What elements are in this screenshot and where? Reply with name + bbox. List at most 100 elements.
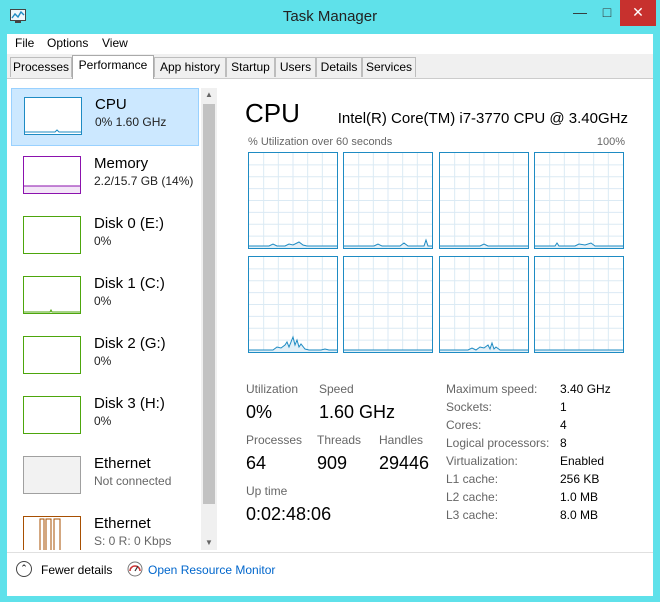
scrollbar-thumb[interactable] bbox=[203, 104, 215, 504]
chevron-up-icon: ⌃ bbox=[16, 561, 32, 577]
cpu-thumbnail-graph bbox=[24, 97, 82, 135]
disk-thumbnail-graph bbox=[23, 396, 81, 434]
spec-label: L3 cache: bbox=[446, 508, 499, 522]
tab-details[interactable]: Details bbox=[316, 57, 362, 77]
resource-list: CPU 0% 1.60 GHz Memory 2.2/15.7 GB (14%)… bbox=[9, 88, 199, 550]
ethernet-thumbnail-graph bbox=[23, 516, 81, 550]
spec-value: Enabled bbox=[560, 454, 605, 468]
window-title: Task Manager bbox=[282, 8, 378, 25]
menu-bar: File Options View bbox=[7, 34, 653, 54]
logical-processor-graph bbox=[534, 152, 624, 249]
disk-thumbnail-graph bbox=[23, 276, 81, 314]
resource-ethernet[interactable]: Ethernet S: 0 R: 0 Kbps bbox=[11, 508, 199, 550]
tab-processes[interactable]: Processes bbox=[10, 57, 72, 77]
scroll-up-arrow-icon[interactable]: ▲ bbox=[201, 88, 217, 102]
resource-name: Memory bbox=[94, 155, 149, 172]
spec-value: 1.0 MB bbox=[560, 490, 599, 504]
cpu-model: Intel(R) Core(TM) i7-3770 CPU @ 3.40GHz bbox=[337, 110, 628, 127]
speed-label: Speed bbox=[319, 382, 354, 396]
resource-subtitle: 0% bbox=[94, 294, 112, 308]
handles-label: Handles bbox=[379, 433, 424, 447]
menu-view[interactable]: View bbox=[102, 36, 128, 50]
resource-subtitle: 0% bbox=[94, 354, 112, 368]
menu-file[interactable]: File bbox=[15, 36, 34, 50]
spec-value: 3.40 GHz bbox=[560, 382, 611, 396]
close-button[interactable]: ✕ bbox=[620, 0, 656, 26]
spec-value: 256 KB bbox=[560, 472, 600, 486]
resource-memory[interactable]: Memory 2.2/15.7 GB (14%) bbox=[11, 148, 199, 206]
open-resource-monitor-link[interactable]: Open Resource Monitor bbox=[148, 563, 275, 577]
footer-bar: ⌃ Fewer details Open Resource Monitor bbox=[7, 552, 653, 596]
resource-name: Disk 1 (C:) bbox=[94, 275, 165, 292]
utilization-label: Utilization bbox=[246, 382, 299, 396]
task-manager-window: Task Manager — □ ✕ File Options View Pro… bbox=[0, 0, 660, 602]
uptime-value: 0:02:48:06 bbox=[246, 504, 332, 524]
processes-label: Processes bbox=[246, 433, 303, 447]
minimize-button[interactable]: — bbox=[566, 0, 594, 26]
client-area: File Options View Processes Performance … bbox=[7, 34, 653, 596]
threads-value: 909 bbox=[317, 453, 348, 473]
speed-value: 1.60 GHz bbox=[319, 402, 396, 422]
memory-thumbnail-graph bbox=[23, 156, 81, 194]
scroll-down-arrow-icon[interactable]: ▼ bbox=[201, 536, 217, 550]
menu-options[interactable]: Options bbox=[47, 36, 88, 50]
spec-label: Sockets: bbox=[446, 400, 493, 414]
resource-subtitle: 0% 1.60 GHz bbox=[95, 115, 167, 129]
title-bar[interactable]: Task Manager — □ ✕ bbox=[0, 0, 660, 34]
uptime-label: Up time bbox=[246, 484, 288, 498]
graph-caption: % Utilization over 60 seconds bbox=[248, 136, 393, 148]
resource-disk-0[interactable]: Disk 0 (E:) 0% bbox=[11, 208, 199, 266]
disk-thumbnail-graph bbox=[23, 336, 81, 374]
spec-value: 1 bbox=[560, 400, 567, 414]
spec-value: 8.0 MB bbox=[560, 508, 599, 522]
resource-disk-2[interactable]: Disk 2 (G:) 0% bbox=[11, 328, 199, 386]
tab-startup[interactable]: Startup bbox=[226, 57, 275, 77]
cpu-heading: CPU bbox=[245, 98, 300, 128]
tab-performance[interactable]: Performance bbox=[72, 55, 154, 79]
resource-subtitle: 2.2/15.7 GB (14%) bbox=[94, 174, 194, 188]
tab-services[interactable]: Services bbox=[362, 57, 416, 77]
resource-name: CPU bbox=[95, 96, 127, 113]
tab-strip: Processes Performance App history Startu… bbox=[7, 54, 653, 79]
resource-subtitle: 0% bbox=[94, 414, 112, 428]
tab-users[interactable]: Users bbox=[275, 57, 316, 77]
resource-ethernet-disconnected[interactable]: Ethernet Not connected bbox=[11, 448, 199, 506]
threads-label: Threads bbox=[317, 433, 362, 447]
resource-subtitle: S: 0 R: 0 Kbps bbox=[94, 534, 172, 548]
resource-name: Disk 0 (E:) bbox=[94, 215, 165, 232]
resource-subtitle: Not connected bbox=[94, 474, 172, 488]
handles-value: 29446 bbox=[379, 453, 430, 473]
spec-label: L1 cache: bbox=[446, 472, 499, 486]
resource-disk-1[interactable]: Disk 1 (C:) 0% bbox=[11, 268, 199, 326]
logical-processor-graph bbox=[439, 256, 529, 353]
resource-subtitle: 0% bbox=[94, 234, 112, 248]
ethernet-thumbnail-graph bbox=[23, 456, 81, 494]
spec-label: L2 cache: bbox=[446, 490, 499, 504]
spec-label: Logical processors: bbox=[446, 436, 550, 450]
processes-value: 64 bbox=[246, 453, 267, 473]
resource-monitor-icon bbox=[127, 561, 143, 577]
graph-max-label: 100% bbox=[596, 136, 625, 148]
logical-processor-graph bbox=[534, 256, 624, 353]
resource-name: Disk 2 (G:) bbox=[94, 335, 166, 352]
tab-app-history[interactable]: App history bbox=[154, 57, 226, 77]
logical-processor-graph bbox=[343, 152, 433, 249]
spec-label: Maximum speed: bbox=[446, 382, 538, 396]
resource-disk-3[interactable]: Disk 3 (H:) 0% bbox=[11, 388, 199, 446]
disk-thumbnail-graph bbox=[23, 216, 81, 254]
resource-cpu[interactable]: CPU 0% 1.60 GHz bbox=[11, 88, 199, 146]
resource-name: Disk 3 (H:) bbox=[94, 395, 165, 412]
logical-processor-graph bbox=[439, 152, 529, 249]
spec-value: 4 bbox=[560, 418, 567, 432]
resource-list-scrollbar[interactable]: ▲ ▼ bbox=[201, 88, 217, 550]
fewer-details-label: Fewer details bbox=[41, 563, 113, 577]
resource-name: Ethernet bbox=[94, 455, 151, 472]
spec-value: 8 bbox=[560, 436, 567, 450]
spec-label: Virtualization: bbox=[446, 454, 518, 468]
logical-processor-graph bbox=[248, 256, 338, 353]
maximize-button[interactable]: □ bbox=[594, 0, 620, 26]
logical-processor-graph bbox=[248, 152, 338, 249]
logical-processor-graph bbox=[343, 256, 433, 353]
resource-name: Ethernet bbox=[94, 515, 151, 532]
utilization-value: 0% bbox=[246, 402, 273, 422]
